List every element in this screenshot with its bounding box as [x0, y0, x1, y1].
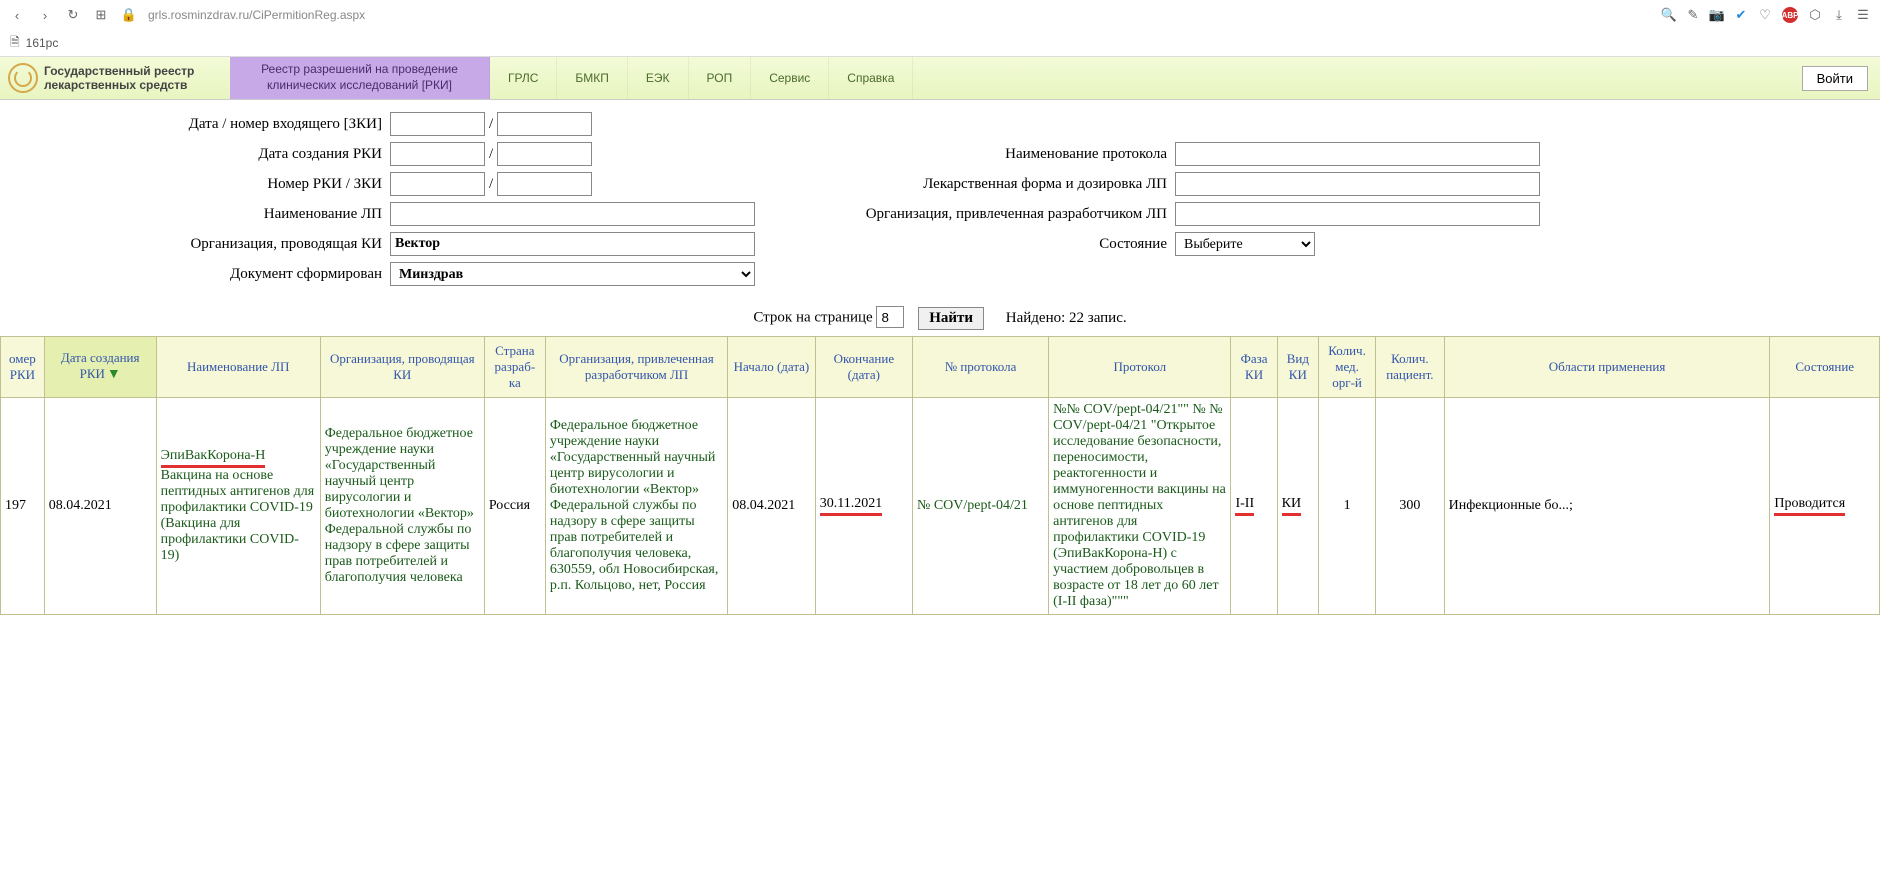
label-zki: Дата / номер входящего [ЗКИ] [20, 116, 390, 133]
cell-type: КИ [1277, 397, 1318, 614]
cell-start: 08.04.2021 [728, 397, 816, 614]
nav-rki[interactable]: Реестр разрешений на проведение клиничес… [230, 57, 490, 99]
nav-help[interactable]: Справка [829, 57, 913, 99]
nav-rop[interactable]: РОП [689, 57, 752, 99]
cell-country: Россия [484, 397, 545, 614]
input-rki-date1[interactable] [390, 142, 485, 166]
cell-end: 30.11.2021 [815, 397, 912, 614]
apps-icon[interactable]: ⊞ [94, 8, 108, 22]
site-title-1: Государственный реестр [44, 64, 194, 78]
th-org-ki: Организация, проводящая КИ [320, 336, 484, 397]
input-rki-date2[interactable] [497, 142, 592, 166]
cell-proto: №№ COV/pept-04/21"" № № COV/pept-04/21 "… [1049, 397, 1231, 614]
th-country: Страна разраб-ка [484, 336, 545, 397]
login-button[interactable]: Войти [1802, 66, 1868, 91]
select-doc-formed[interactable]: Минздрав [390, 262, 755, 286]
th-orgcount: Колич. мед. орг-й [1319, 336, 1376, 397]
input-org-dev[interactable] [1175, 202, 1540, 226]
cell-proto-num: № COV/pept-04/21 [912, 397, 1048, 614]
cell-phase: I-II [1231, 397, 1277, 614]
th-lp: Наименование ЛП [156, 336, 320, 397]
cell-date: 08.04.2021 [44, 397, 156, 614]
doc-icon: 🗎 [10, 33, 20, 54]
cell-org-ki: Федеральное бюджетное учреждение науки «… [320, 397, 484, 614]
menu-icon[interactable]: ☰ [1856, 8, 1870, 22]
select-state[interactable]: Выберите [1175, 232, 1315, 256]
th-num: омер РКИ [1, 336, 45, 397]
th-proto-num: № протокола [912, 336, 1048, 397]
label-protocol-name: Наименование протокола [760, 146, 1175, 163]
site-title-2: лекарственных средств [44, 78, 194, 92]
th-end: Окончание (дата) [815, 336, 912, 397]
input-zki-num[interactable] [497, 112, 592, 136]
edit-icon[interactable]: ✎ [1686, 8, 1700, 22]
sort-down-icon: ▼ [107, 367, 121, 382]
input-protocol-name[interactable] [1175, 142, 1540, 166]
label-lp-name: Наименование ЛП [20, 206, 390, 223]
site-header: Государственный реестр лекарственных сре… [0, 56, 1880, 100]
cell-org-dev: Федеральное бюджетное учреждение науки «… [545, 397, 727, 614]
label-state: Состояние [760, 236, 1175, 253]
forward-icon[interactable]: › [38, 8, 52, 22]
rows-per-page-input[interactable] [876, 306, 904, 328]
label-doc-formed: Документ сформирован [20, 266, 390, 283]
th-state: Состояние [1770, 336, 1880, 397]
pager: Строк на странице Найти Найдено: 22 запи… [0, 300, 1880, 336]
th-date: Дата создания РКИ▼ [44, 336, 156, 397]
th-area: Области применения [1444, 336, 1770, 397]
camera-icon[interactable]: 📷 [1710, 8, 1724, 22]
tab-bar: 🗎 161pc [0, 30, 1880, 56]
download-icon[interactable]: ⤓ [1832, 8, 1846, 22]
input-lek-form[interactable] [1175, 172, 1540, 196]
th-proto: Протокол [1049, 336, 1231, 397]
slash: / [485, 116, 497, 133]
rows-label: Строк на странице [753, 310, 872, 326]
filter-form: Дата / номер входящего [ЗКИ] / Дата созд… [0, 100, 1880, 300]
nav-service[interactable]: Сервис [751, 57, 829, 99]
table-row[interactable]: 197 08.04.2021 ЭпиВакКорона-Н Вакцина на… [1, 397, 1880, 614]
abp-badge[interactable]: ABP [1782, 7, 1798, 23]
found-text: Найдено: 22 запис. [1006, 310, 1127, 326]
cell-orgcount: 1 [1319, 397, 1376, 614]
browser-toolbar: ‹ › ↻ ⊞ 🔒 grls.rosminzdrav.ru/CiPermitio… [0, 0, 1880, 30]
tab-title[interactable]: 161pc [26, 36, 59, 50]
th-org-dev: Организация, привлеченная разработчиком … [545, 336, 727, 397]
label-rki-num: Номер РКИ / ЗКИ [20, 176, 390, 193]
back-icon[interactable]: ‹ [10, 8, 24, 22]
label-rki-date: Дата создания РКИ [20, 146, 390, 163]
input-zki-num2[interactable] [497, 172, 592, 196]
label-org-dev: Организация, привлеченная разработчиком … [760, 206, 1175, 223]
search-icon[interactable]: 🔍 [1662, 8, 1676, 22]
logo-swirl-icon [8, 63, 38, 93]
check-icon[interactable]: ✔ [1734, 8, 1748, 22]
table-header-row: омер РКИ Дата создания РКИ▼ Наименование… [1, 336, 1880, 397]
label-lek-form: Лекарственная форма и дозировка ЛП [760, 176, 1175, 193]
lp-link[interactable]: ЭпиВакКорона-Н [161, 448, 266, 463]
cell-patients: 300 [1376, 397, 1444, 614]
th-type: Вид КИ [1277, 336, 1318, 397]
nav-grls[interactable]: ГРЛС [490, 57, 557, 99]
cell-area: Инфекционные бо...; [1444, 397, 1770, 614]
url-text[interactable]: grls.rosminzdrav.ru/CiPermitionReg.aspx [148, 8, 365, 22]
nav-eek[interactable]: ЕЭК [628, 57, 689, 99]
th-phase: Фаза КИ [1231, 336, 1277, 397]
input-lp-name[interactable] [390, 202, 755, 226]
lock-icon: 🔒 [122, 8, 136, 22]
label-org-ki: Организация, проводящая КИ [20, 236, 390, 253]
cell-num: 197 [1, 397, 45, 614]
reload-icon[interactable]: ↻ [66, 8, 80, 22]
cube-icon[interactable]: ⬡ [1808, 8, 1822, 22]
input-org-ki[interactable] [390, 232, 755, 256]
cell-lp: ЭпиВакКорона-Н Вакцина на основе пептидн… [156, 397, 320, 614]
nav-bmkp[interactable]: БМКП [557, 57, 628, 99]
logo[interactable]: Государственный реестр лекарственных сре… [0, 57, 230, 99]
th-patients: Колич. пациент. [1376, 336, 1444, 397]
results-table: омер РКИ Дата создания РКИ▼ Наименование… [0, 336, 1880, 615]
input-rki-num[interactable] [390, 172, 485, 196]
th-start: Начало (дата) [728, 336, 816, 397]
heart-icon[interactable]: ♡ [1758, 8, 1772, 22]
input-zki-date[interactable] [390, 112, 485, 136]
cell-state: Проводится [1770, 397, 1880, 614]
find-button[interactable]: Найти [918, 307, 984, 330]
